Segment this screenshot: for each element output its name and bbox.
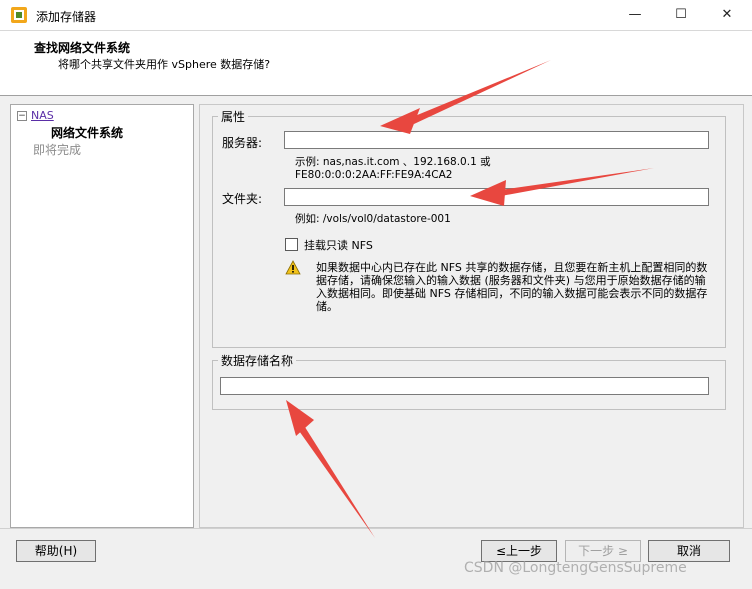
minimize-button[interactable]: — — [612, 0, 658, 30]
watermark: CSDN @LongtengGensSupreme — [464, 560, 687, 576]
vsphere-storage-icon — [11, 7, 27, 23]
nav-step-network-file-system: 网络文件系统 — [51, 126, 124, 140]
wizard-header: 查找网络文件系统 将哪个共享文件夹用作 vSphere 数据存储? — [0, 31, 752, 96]
next-button[interactable]: 下一步 ≥ — [565, 540, 641, 562]
server-label: 服务器: — [222, 136, 263, 150]
mount-readonly-checkbox[interactable] — [285, 238, 298, 251]
collapse-toggle[interactable]: − — [17, 111, 27, 121]
datastore-name-input[interactable] — [220, 377, 709, 395]
mount-readonly-label[interactable]: 挂载只读 NFS — [304, 237, 373, 253]
cancel-button[interactable]: 取消 — [648, 540, 730, 562]
warning-message: 如果数据中心内已存在此 NFS 共享的数据存储，且您要在新主机上配置相同的数据存… — [316, 261, 708, 313]
properties-group — [212, 116, 726, 348]
folder-hint: 例如: /vols/vol0/datastore-001 — [295, 213, 451, 225]
folder-label: 文件夹: — [222, 192, 263, 206]
warning-icon — [285, 260, 301, 275]
back-button[interactable]: ≤上一步 — [481, 540, 557, 562]
help-button[interactable]: 帮助(H) — [16, 540, 96, 562]
server-hint-line1: 示例: nas,nas.it.com 、192.168.0.1 或 — [295, 156, 491, 168]
datastore-name-legend: 数据存储名称 — [218, 352, 297, 369]
server-input[interactable] — [284, 131, 709, 149]
close-button[interactable]: ✕ — [704, 0, 750, 30]
window-title: 添加存储器 — [36, 10, 97, 24]
properties-legend: 属性 — [218, 108, 249, 125]
page-subtitle: 将哪个共享文件夹用作 vSphere 数据存储? — [58, 58, 271, 71]
maximize-button[interactable]: ☐ — [658, 0, 704, 30]
wizard-steps-panel: − NAS 网络文件系统 即将完成 — [10, 104, 194, 528]
nav-step-nas[interactable]: NAS — [31, 109, 54, 122]
folder-input[interactable] — [284, 188, 709, 206]
title-bar: 添加存储器 — ☐ ✕ — [0, 0, 752, 31]
server-hint-line2: FE80:0:0:0:2AA:FF:FE9A:4CA2 — [295, 169, 453, 181]
page-title: 查找网络文件系统 — [34, 41, 131, 55]
nav-step-ready-to-complete: 即将完成 — [33, 143, 82, 157]
